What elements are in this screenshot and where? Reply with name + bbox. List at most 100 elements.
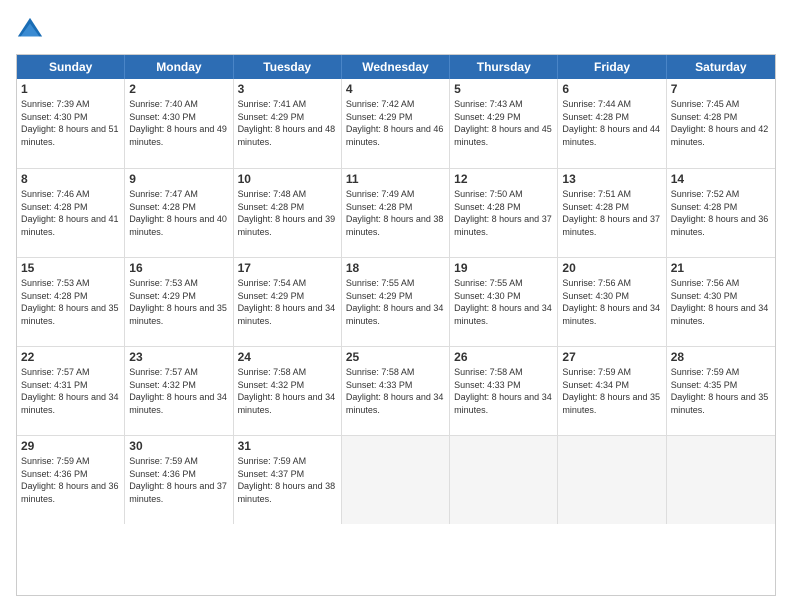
day-number: 7 [671,82,771,96]
cell-info: Sunrise: 7:53 AMSunset: 4:29 PMDaylight:… [129,277,228,327]
cell-info: Sunrise: 7:55 AMSunset: 4:30 PMDaylight:… [454,277,553,327]
day-number: 23 [129,350,228,364]
cell-info: Sunrise: 7:59 AMSunset: 4:37 PMDaylight:… [238,455,337,505]
calendar-week-5: 29 Sunrise: 7:59 AMSunset: 4:36 PMDayligh… [17,435,775,524]
calendar-cell: 21 Sunrise: 7:56 AMSunset: 4:30 PMDayligh… [667,258,775,346]
day-number: 16 [129,261,228,275]
cell-info: Sunrise: 7:59 AMSunset: 4:34 PMDaylight:… [562,366,661,416]
day-number: 1 [21,82,120,96]
day-number: 11 [346,172,445,186]
calendar-cell [450,436,558,524]
cell-info: Sunrise: 7:58 AMSunset: 4:33 PMDaylight:… [346,366,445,416]
header-day-sunday: Sunday [17,55,125,79]
day-number: 12 [454,172,553,186]
calendar-week-1: 1 Sunrise: 7:39 AMSunset: 4:30 PMDaylight… [17,79,775,168]
cell-info: Sunrise: 7:57 AMSunset: 4:32 PMDaylight:… [129,366,228,416]
calendar-cell: 16 Sunrise: 7:53 AMSunset: 4:29 PMDayligh… [125,258,233,346]
cell-info: Sunrise: 7:58 AMSunset: 4:32 PMDaylight:… [238,366,337,416]
calendar-cell: 24 Sunrise: 7:58 AMSunset: 4:32 PMDayligh… [234,347,342,435]
day-number: 24 [238,350,337,364]
day-number: 10 [238,172,337,186]
page: SundayMondayTuesdayWednesdayThursdayFrid… [0,0,792,612]
header-day-wednesday: Wednesday [342,55,450,79]
cell-info: Sunrise: 7:56 AMSunset: 4:30 PMDaylight:… [671,277,771,327]
cell-info: Sunrise: 7:53 AMSunset: 4:28 PMDaylight:… [21,277,120,327]
day-number: 19 [454,261,553,275]
day-number: 17 [238,261,337,275]
calendar-cell [667,436,775,524]
day-number: 18 [346,261,445,275]
day-number: 2 [129,82,228,96]
header-day-monday: Monday [125,55,233,79]
day-number: 26 [454,350,553,364]
day-number: 4 [346,82,445,96]
calendar-cell: 25 Sunrise: 7:58 AMSunset: 4:33 PMDayligh… [342,347,450,435]
day-number: 5 [454,82,553,96]
calendar: SundayMondayTuesdayWednesdayThursdayFrid… [16,54,776,596]
calendar-cell: 20 Sunrise: 7:56 AMSunset: 4:30 PMDayligh… [558,258,666,346]
cell-info: Sunrise: 7:54 AMSunset: 4:29 PMDaylight:… [238,277,337,327]
cell-info: Sunrise: 7:59 AMSunset: 4:36 PMDaylight:… [21,455,120,505]
calendar-cell: 5Sunrise: 7:43 AMSunset: 4:29 PMDaylight… [450,79,558,168]
day-number: 3 [238,82,337,96]
calendar-cell: 28Sunrise: 7:59 AMSunset: 4:35 PMDayligh… [667,347,775,435]
calendar-cell: 23 Sunrise: 7:57 AMSunset: 4:32 PMDayligh… [125,347,233,435]
calendar-week-2: 8 Sunrise: 7:46 AMSunset: 4:28 PMDaylight… [17,168,775,257]
cell-info: Sunrise: 7:40 AMSunset: 4:30 PMDaylight:… [129,98,228,148]
logo-icon [16,16,44,44]
header-day-thursday: Thursday [450,55,558,79]
calendar-cell: 8 Sunrise: 7:46 AMSunset: 4:28 PMDaylight… [17,169,125,257]
calendar-cell [558,436,666,524]
calendar-cell: 30Sunrise: 7:59 AMSunset: 4:36 PMDayligh… [125,436,233,524]
cell-info: Sunrise: 7:58 AMSunset: 4:33 PMDaylight:… [454,366,553,416]
cell-info: Sunrise: 7:47 AMSunset: 4:28 PMDaylight:… [129,188,228,238]
day-number: 9 [129,172,228,186]
cell-info: Sunrise: 7:57 AMSunset: 4:31 PMDaylight:… [21,366,120,416]
calendar-cell: 7Sunrise: 7:45 AMSunset: 4:28 PMDaylight… [667,79,775,168]
cell-info: Sunrise: 7:49 AMSunset: 4:28 PMDaylight:… [346,188,445,238]
day-number: 25 [346,350,445,364]
calendar-cell: 26 Sunrise: 7:58 AMSunset: 4:33 PMDayligh… [450,347,558,435]
cell-info: Sunrise: 7:46 AMSunset: 4:28 PMDaylight:… [21,188,120,238]
cell-info: Sunrise: 7:48 AMSunset: 4:28 PMDaylight:… [238,188,337,238]
calendar-cell: 14Sunrise: 7:52 AMSunset: 4:28 PMDayligh… [667,169,775,257]
calendar-cell: 17 Sunrise: 7:54 AMSunset: 4:29 PMDayligh… [234,258,342,346]
calendar-week-4: 22 Sunrise: 7:57 AMSunset: 4:31 PMDayligh… [17,346,775,435]
cell-info: Sunrise: 7:50 AMSunset: 4:28 PMDaylight:… [454,188,553,238]
day-number: 13 [562,172,661,186]
day-number: 29 [21,439,120,453]
calendar-cell: 1 Sunrise: 7:39 AMSunset: 4:30 PMDaylight… [17,79,125,168]
cell-info: Sunrise: 7:55 AMSunset: 4:29 PMDaylight:… [346,277,445,327]
calendar-cell: 9 Sunrise: 7:47 AMSunset: 4:28 PMDaylight… [125,169,233,257]
cell-info: Sunrise: 7:44 AMSunset: 4:28 PMDaylight:… [562,98,661,148]
day-number: 21 [671,261,771,275]
calendar-cell: 10 Sunrise: 7:48 AMSunset: 4:28 PMDayligh… [234,169,342,257]
calendar-body: 1 Sunrise: 7:39 AMSunset: 4:30 PMDaylight… [17,79,775,524]
calendar-cell [342,436,450,524]
cell-info: Sunrise: 7:41 AMSunset: 4:29 PMDaylight:… [238,98,337,148]
header-day-tuesday: Tuesday [234,55,342,79]
calendar-cell: 18 Sunrise: 7:55 AMSunset: 4:29 PMDayligh… [342,258,450,346]
calendar-cell: 13Sunrise: 7:51 AMSunset: 4:28 PMDayligh… [558,169,666,257]
header-day-saturday: Saturday [667,55,775,79]
calendar-cell: 31Sunrise: 7:59 AMSunset: 4:37 PMDayligh… [234,436,342,524]
day-number: 27 [562,350,661,364]
header-day-friday: Friday [558,55,666,79]
calendar-cell: 11 Sunrise: 7:49 AMSunset: 4:28 PMDayligh… [342,169,450,257]
cell-info: Sunrise: 7:39 AMSunset: 4:30 PMDaylight:… [21,98,120,148]
day-number: 15 [21,261,120,275]
cell-info: Sunrise: 7:59 AMSunset: 4:35 PMDaylight:… [671,366,771,416]
calendar-cell: 19 Sunrise: 7:55 AMSunset: 4:30 PMDayligh… [450,258,558,346]
cell-info: Sunrise: 7:42 AMSunset: 4:29 PMDaylight:… [346,98,445,148]
day-number: 20 [562,261,661,275]
cell-info: Sunrise: 7:56 AMSunset: 4:30 PMDaylight:… [562,277,661,327]
cell-info: Sunrise: 7:52 AMSunset: 4:28 PMDaylight:… [671,188,771,238]
day-number: 8 [21,172,120,186]
calendar-cell: 4 Sunrise: 7:42 AMSunset: 4:29 PMDaylight… [342,79,450,168]
day-number: 22 [21,350,120,364]
calendar-cell: 3 Sunrise: 7:41 AMSunset: 4:29 PMDaylight… [234,79,342,168]
calendar-cell: 2 Sunrise: 7:40 AMSunset: 4:30 PMDaylight… [125,79,233,168]
day-number: 30 [129,439,228,453]
header [16,16,776,44]
calendar-cell: 6Sunrise: 7:44 AMSunset: 4:28 PMDaylight… [558,79,666,168]
